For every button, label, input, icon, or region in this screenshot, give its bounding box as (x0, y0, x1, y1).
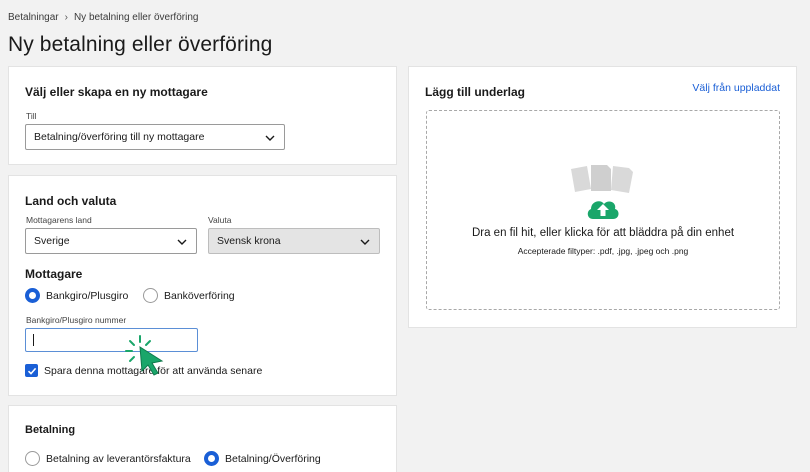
bankgiro-number-input[interactable] (25, 328, 198, 352)
radio-supplier-invoice[interactable]: Betalning av leverantörsfaktura (25, 451, 191, 466)
country-select-value: Sverige (34, 235, 70, 247)
radio-bankgiro-button[interactable] (25, 288, 40, 303)
documents-icon (571, 165, 633, 193)
radio-bankgiro[interactable]: Bankgiro/Plusgiro (25, 288, 128, 303)
chevron-down-icon (265, 135, 275, 141)
radio-payment-transfer-button[interactable] (204, 451, 219, 466)
currency-label: Valuta (208, 215, 232, 225)
payment-card: Betalning Betalning av leverantörsfaktur… (8, 405, 397, 472)
radio-payment-transfer-label: Betalning/Överföring (225, 452, 321, 465)
currency-select-value: Svensk krona (217, 235, 281, 247)
drop-zone-subtitle: Accepterade filtyper: .pdf, .jpg, .jpeg … (517, 246, 689, 256)
country-label: Mottagarens land (26, 215, 92, 225)
text-caret (33, 334, 34, 346)
choose-uploaded-link[interactable]: Välj från uppladdat (692, 82, 780, 94)
country-currency-heading: Land och valuta (25, 194, 117, 208)
attachment-heading: Lägg till underlag (425, 85, 526, 99)
page-title: Ny betalning eller överföring (8, 33, 273, 56)
recipient-type-heading: Mottagare (25, 267, 83, 281)
breadcrumb-link-betalningar[interactable]: Betalningar (8, 12, 59, 23)
radio-bank-transfer[interactable]: Banköverföring (143, 288, 235, 303)
country-currency-card: Land och valuta Mottagarens land Sverige… (8, 175, 397, 396)
currency-select[interactable]: Svensk krona (208, 228, 380, 254)
breadcrumb-separator: › (64, 12, 68, 23)
recipient-card: Välj eller skapa en ny mottagare Till Be… (8, 66, 397, 165)
chevron-down-icon (177, 239, 187, 245)
mouse-cursor-icon (125, 335, 164, 376)
file-drop-zone[interactable]: Dra en fil hit, eller klicka för att blä… (426, 110, 780, 310)
payment-heading: Betalning (25, 424, 76, 436)
to-label: Till (26, 111, 37, 121)
save-recipient-checkbox[interactable] (25, 364, 38, 377)
radio-bankgiro-label: Bankgiro/Plusgiro (46, 289, 129, 302)
recipient-heading: Välj eller skapa en ny mottagare (25, 85, 208, 99)
breadcrumb: Betalningar › Ny betalning eller överför… (8, 12, 198, 23)
radio-payment-transfer[interactable]: Betalning/Överföring (204, 451, 321, 466)
radio-supplier-invoice-label: Betalning av leverantörsfaktura (46, 452, 191, 465)
cloud-upload-icon (587, 201, 619, 219)
bankgiro-number-label: Bankgiro/Plusgiro nummer (26, 315, 127, 325)
checkmark-icon (27, 367, 36, 375)
chevron-down-icon (360, 239, 370, 245)
radio-supplier-invoice-button[interactable] (25, 451, 40, 466)
to-select[interactable]: Betalning/överföring till ny mottagare (25, 124, 285, 150)
radio-bank-transfer-label: Banköverföring (164, 289, 235, 302)
radio-bank-transfer-button[interactable] (143, 288, 158, 303)
drop-zone-title: Dra en fil hit, eller klicka för att blä… (471, 227, 735, 239)
country-select[interactable]: Sverige (25, 228, 197, 254)
breadcrumb-current: Ny betalning eller överföring (73, 12, 199, 23)
to-select-value: Betalning/överföring till ny mottagare (34, 131, 205, 143)
